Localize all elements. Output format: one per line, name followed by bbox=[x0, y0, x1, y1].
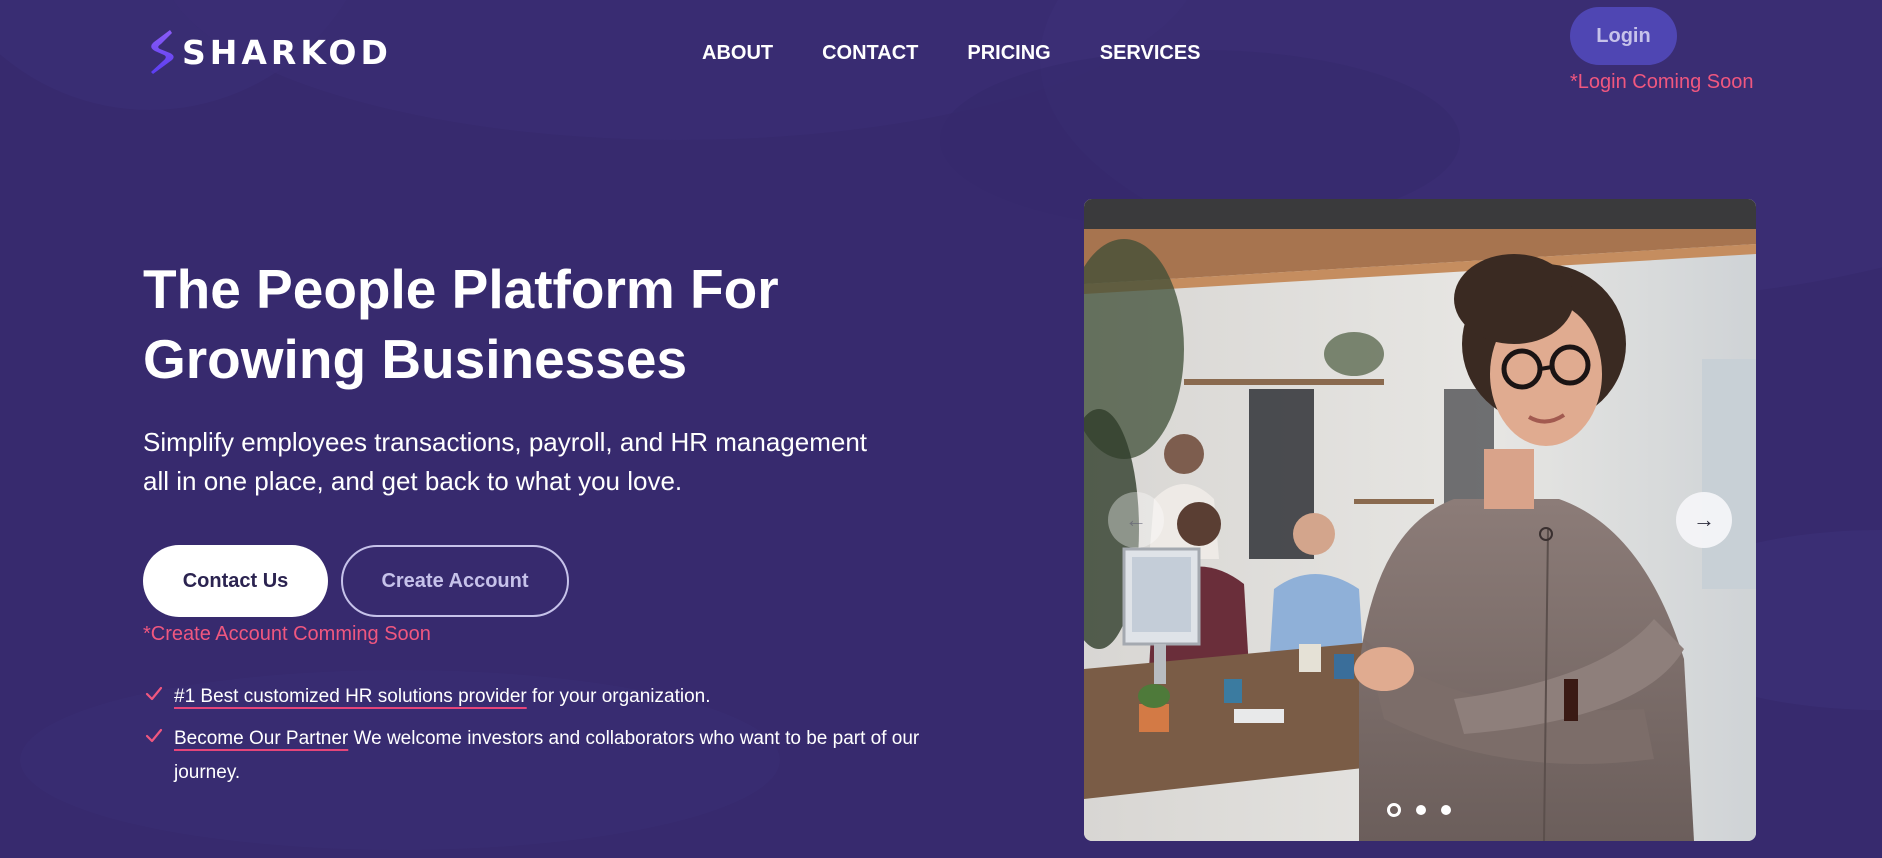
check-icon bbox=[145, 728, 163, 743]
become-partner-link[interactable]: Become Our Partner bbox=[174, 728, 348, 749]
hero-subtitle-line-2: all in one place, and get back to what y… bbox=[143, 466, 683, 496]
arrow-left-icon: ← bbox=[1125, 507, 1147, 532]
feature-item: Become Our Partner We welcome investors … bbox=[145, 722, 965, 790]
arrow-right-icon: → bbox=[1693, 507, 1715, 532]
login-note: *Login Coming Soon bbox=[1570, 71, 1754, 93]
hero-title: The People Platform For Growing Business… bbox=[143, 254, 903, 394]
carousel-dot-2[interactable] bbox=[1416, 805, 1426, 815]
nav-services[interactable]: SERVICES bbox=[1100, 42, 1201, 65]
feature-text: for your organization. bbox=[526, 686, 711, 707]
carousel-indicators bbox=[1387, 803, 1451, 817]
carousel-dot-1[interactable] bbox=[1387, 803, 1401, 817]
brand-name: SHARKOD bbox=[182, 32, 392, 72]
nav-about[interactable]: ABOUT bbox=[702, 42, 773, 65]
logo[interactable]: SHARKOD bbox=[146, 28, 392, 76]
carousel-dot-3[interactable] bbox=[1441, 805, 1451, 815]
main-nav: ABOUT CONTACT PRICING SERVICES bbox=[702, 42, 1201, 65]
carousel-next-button[interactable]: → bbox=[1676, 492, 1732, 548]
hero-subtitle-line-1: Simplify employees transactions, payroll… bbox=[143, 427, 868, 457]
create-account-note: *Create Account Comming Soon bbox=[143, 623, 431, 645]
carousel-slide-photo bbox=[1084, 199, 1756, 841]
feature-item: #1 Best customized HR solutions provider… bbox=[145, 680, 965, 714]
feature-list: #1 Best customized HR solutions provider… bbox=[145, 680, 965, 798]
best-hr-provider-link[interactable]: #1 Best customized HR solutions provider bbox=[174, 686, 527, 707]
hero-title-line-2: Growing Businesses bbox=[143, 328, 688, 390]
logo-mark-icon bbox=[151, 30, 174, 74]
nav-pricing[interactable]: PRICING bbox=[967, 42, 1050, 65]
check-icon bbox=[145, 686, 163, 701]
login-button[interactable]: Login bbox=[1570, 7, 1677, 65]
create-account-button[interactable]: Create Account bbox=[341, 545, 569, 617]
image-carousel[interactable]: ← → bbox=[1084, 199, 1756, 841]
page: SHARKOD ABOUT CONTACT PRICING SERVICES L… bbox=[0, 0, 1882, 858]
contact-us-button[interactable]: Contact Us bbox=[143, 545, 328, 617]
hero-subtitle: Simplify employees transactions, payroll… bbox=[143, 423, 923, 501]
hero-title-line-1: The People Platform For bbox=[143, 258, 779, 320]
carousel-prev-button[interactable]: ← bbox=[1108, 492, 1164, 548]
nav-contact[interactable]: CONTACT bbox=[822, 42, 918, 65]
